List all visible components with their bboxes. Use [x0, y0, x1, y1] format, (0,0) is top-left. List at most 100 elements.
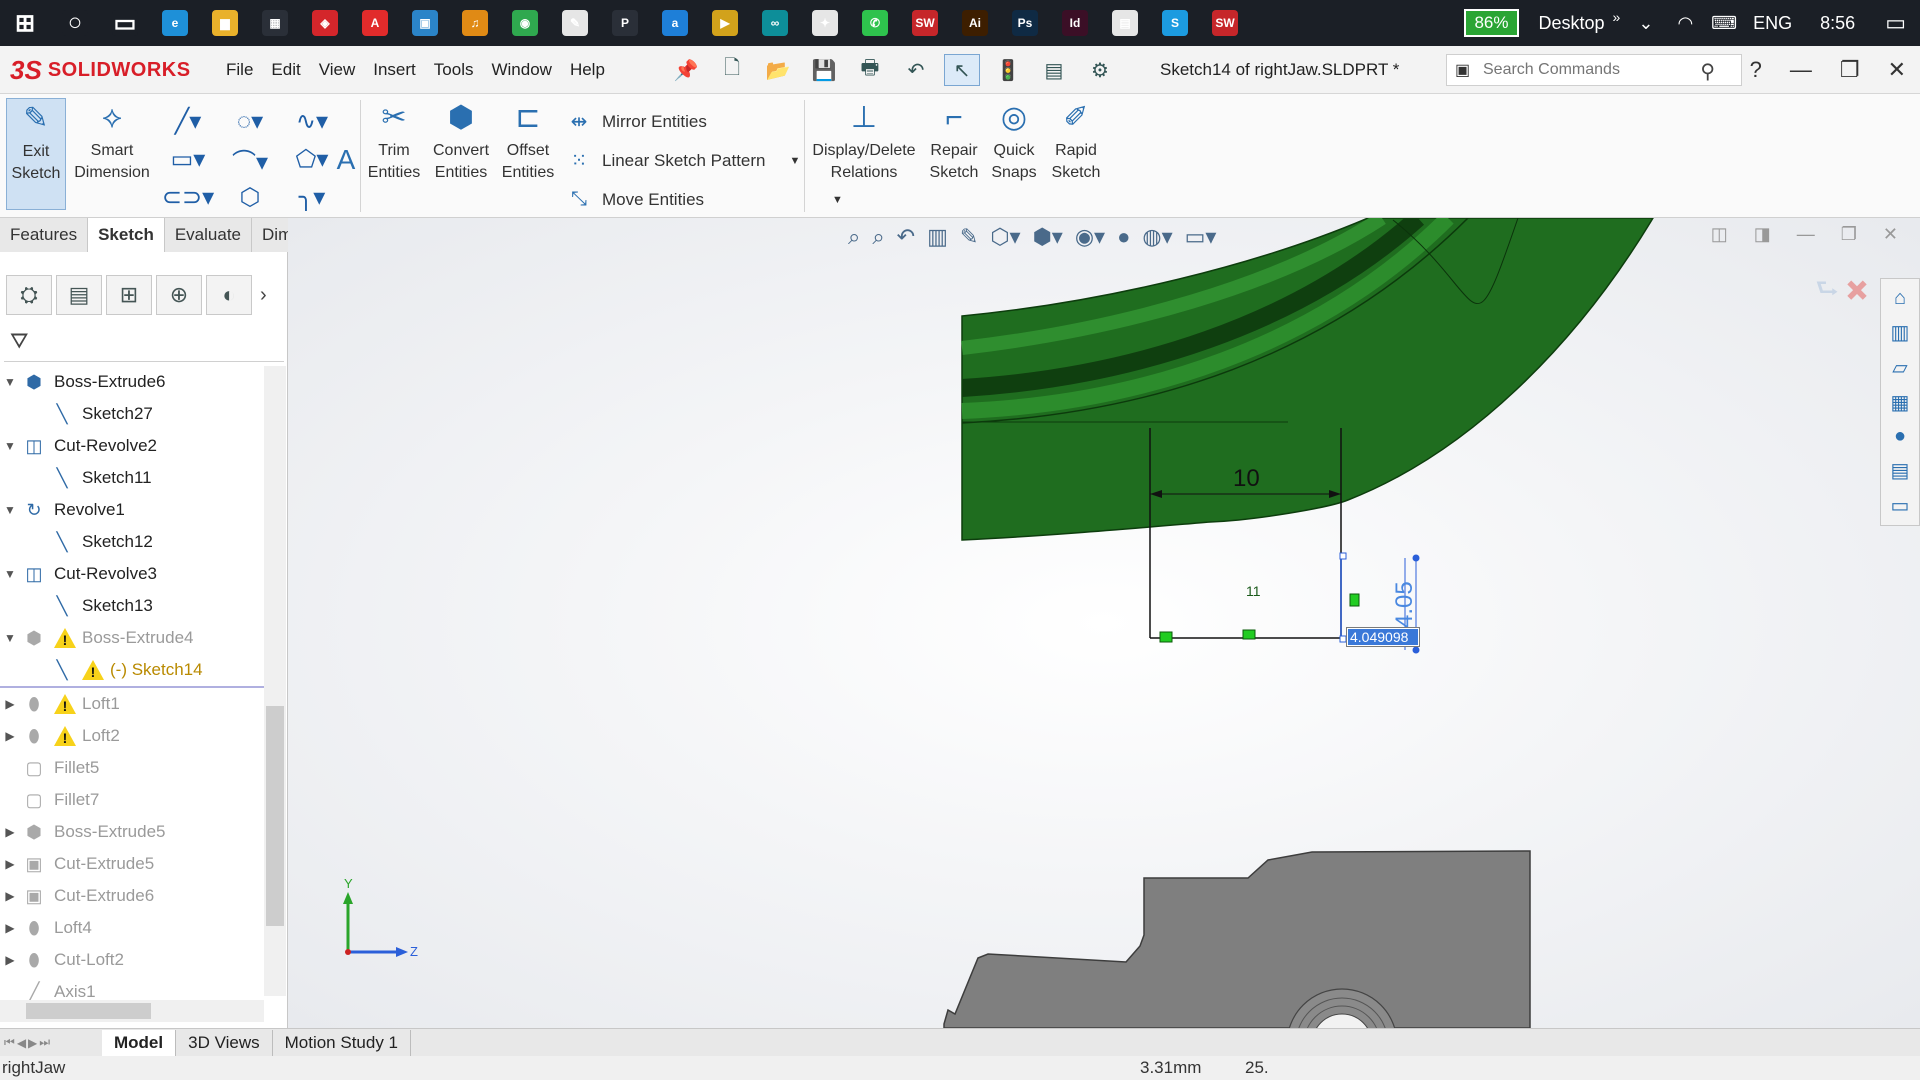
dimension-edit-value[interactable]: 4.049098: [1348, 629, 1418, 645]
solidworks2016-icon[interactable]: SW: [900, 0, 950, 46]
arc-icon[interactable]: ⌒▾: [222, 144, 278, 176]
menu-tools[interactable]: Tools: [434, 60, 474, 80]
app-p-icon[interactable]: P: [600, 0, 650, 46]
edge-icon[interactable]: e: [150, 0, 200, 46]
store-icon[interactable]: ▦: [250, 0, 300, 46]
dimension-text-horizontal[interactable]: 10: [1233, 465, 1260, 492]
sketch-point[interactable]: [1412, 554, 1420, 562]
rebuild-icon[interactable]: 🚦: [990, 54, 1026, 86]
whatsapp-icon[interactable]: ✆: [850, 0, 900, 46]
dimension-edit-box[interactable]: 4.049098: [1346, 627, 1420, 647]
tree-node-boss-extrude4[interactable]: ▼ ⬢! Boss-Extrude4: [0, 622, 264, 654]
open-icon[interactable]: 📂: [760, 54, 796, 86]
illustrator-icon[interactable]: Ai: [950, 0, 1000, 46]
file-properties-icon[interactable]: ▤: [1036, 54, 1072, 86]
media-icon[interactable]: ▶: [700, 0, 750, 46]
sketch-endpoint[interactable]: [1339, 552, 1347, 560]
prev-tab-icon[interactable]: ◀: [17, 1036, 26, 1050]
expand-arrow-icon[interactable]: ▶: [0, 889, 20, 903]
search-commands[interactable]: ▣ ⚲: [1446, 54, 1742, 86]
minimize-icon[interactable]: —: [1790, 57, 1812, 83]
menu-insert[interactable]: Insert: [373, 60, 416, 80]
tab-features[interactable]: Features: [0, 218, 89, 252]
tree-node-boss-extrude5[interactable]: ▶ ⬢ Boss-Extrude5: [0, 816, 264, 848]
red-box-icon[interactable]: ◈: [300, 0, 350, 46]
pin-icon[interactable]: 📌: [668, 54, 704, 86]
chevron-down-icon[interactable]: ▼: [832, 194, 843, 206]
grey-jaw-body[interactable]: [943, 850, 1531, 1028]
chevron-down-icon[interactable]: ⌄: [1638, 13, 1653, 34]
collapse-arrow-icon[interactable]: ▼: [0, 567, 20, 581]
scroll-thumb[interactable]: [266, 706, 284, 926]
start-icon[interactable]: ⊞: [0, 0, 50, 46]
expand-arrow-icon[interactable]: ▶: [0, 921, 20, 935]
options-gear-icon[interactable]: ⚙: [1082, 54, 1118, 86]
tree-vertical-scrollbar[interactable]: [264, 366, 286, 996]
filter-icon[interactable]: ⛛: [10, 328, 28, 353]
tree-node-sketch13[interactable]: ╲ Sketch13: [0, 590, 264, 622]
expand-arrow-icon[interactable]: ▶: [0, 953, 20, 967]
close-icon[interactable]: ✕: [1888, 57, 1906, 83]
tree-node-loft4[interactable]: ▶ ⬮ Loft4: [0, 912, 264, 944]
collapse-arrow-icon[interactable]: ▼: [0, 439, 20, 453]
new-document-icon[interactable]: 🗋: [714, 54, 750, 86]
repair-sketch-button[interactable]: ⌐ Repair Sketch: [924, 98, 984, 184]
tree-node-boss-extrude6[interactable]: ▼ ⬢ Boss-Extrude6: [0, 366, 264, 398]
search-icon[interactable]: ⚲: [1700, 59, 1715, 84]
linear-sketch-pattern-button[interactable]: ⁙ Linear Sketch Pattern ▼: [566, 141, 843, 180]
paint-icon[interactable]: ✦: [800, 0, 850, 46]
save-icon[interactable]: 💾: [806, 54, 842, 86]
solidworks-active-icon[interactable]: SW: [1200, 0, 1250, 46]
slot-icon[interactable]: ⊂⊃▾: [160, 182, 216, 212]
trim-entities-button[interactable]: ✂ Trim Entities: [362, 98, 426, 184]
language-indicator[interactable]: ENG: [1753, 13, 1792, 34]
rectangle-icon[interactable]: ▭▾: [160, 144, 216, 174]
tree-node-sketch12[interactable]: ╲ Sketch12: [0, 526, 264, 558]
restore-icon[interactable]: ❐: [1840, 57, 1860, 83]
tree-node-cut-loft2[interactable]: ▶ ⬮ Cut-Loft2: [0, 944, 264, 976]
spline-icon[interactable]: ∿▾: [284, 106, 340, 136]
photoshop-icon[interactable]: Ps: [1000, 0, 1050, 46]
help-button[interactable]: ?: [1750, 57, 1762, 83]
skype-icon[interactable]: S: [1150, 0, 1200, 46]
mirror-entities-button[interactable]: ⇹ Mirror Entities: [566, 102, 843, 141]
rapid-sketch-button[interactable]: ✐ Rapid Sketch: [1046, 98, 1106, 184]
next-tab-icon[interactable]: ▶: [28, 1036, 37, 1050]
smart-dimension-button[interactable]: ⟡ Smart Dimension: [70, 98, 154, 184]
tree-node-cut-revolve3[interactable]: ▼ ◫ Cut-Revolve3: [0, 558, 264, 590]
task-view-icon[interactable]: ▭: [100, 0, 150, 46]
arduino-icon[interactable]: ∞: [750, 0, 800, 46]
display-delete-relations-button[interactable]: ⊥ Display/Delete Relations: [806, 98, 922, 184]
tree-node-cut-extrude6[interactable]: ▶ ▣ Cut-Extrude6: [0, 880, 264, 912]
wifi-icon[interactable]: ◠: [1677, 13, 1693, 34]
clock[interactable]: 8:56: [1820, 13, 1855, 34]
graphics-area[interactable]: ⌕ ⌕ ↶ ▥ ✎ ⬡▾ ⬢▾ ◉▾ ● ◍▾ ▭▾ ◫ ◨ — ❐ ✕ ⮑ ✖…: [288, 218, 1920, 1028]
relation-fix-icon[interactable]: [1159, 631, 1173, 643]
display-manager-icon[interactable]: ◐: [206, 275, 252, 315]
chrome-icon[interactable]: ◉: [500, 0, 550, 46]
circle-icon[interactable]: ◌▾: [222, 106, 278, 136]
solidworks-logo[interactable]: 3S SOLIDWORKS: [10, 52, 198, 88]
app-a-icon[interactable]: a: [650, 0, 700, 46]
toolbar-chevrons[interactable]: »: [1613, 9, 1621, 25]
expand-arrow-icon[interactable]: ▶: [0, 697, 20, 711]
tree-node-sketch11[interactable]: ╲ Sketch11: [0, 462, 264, 494]
relation-vertical-icon[interactable]: [1349, 593, 1360, 607]
tree-node-revolve1[interactable]: ▼ ↻ Revolve1: [0, 494, 264, 526]
quick-snaps-button[interactable]: ◎ Quick Snaps: [986, 98, 1042, 184]
menu-help[interactable]: Help: [570, 60, 605, 80]
tree-filter[interactable]: ⛛: [4, 328, 284, 362]
scroll-thumb[interactable]: [26, 1003, 151, 1019]
dimension-text-vertical[interactable]: 4.05: [1391, 581, 1418, 628]
expand-arrow-icon[interactable]: ▶: [0, 825, 20, 839]
tab-sketch[interactable]: Sketch: [88, 218, 165, 252]
tree-node-loft2[interactable]: ▶ ⬮! Loft2: [0, 720, 264, 752]
sketch-point[interactable]: [1412, 646, 1420, 654]
collapse-arrow-icon[interactable]: ▼: [0, 631, 20, 645]
tab-evaluate[interactable]: Evaluate: [165, 218, 253, 252]
pdf-icon[interactable]: ▤: [1100, 0, 1150, 46]
bottom-tab-3d-views[interactable]: 3D Views: [176, 1029, 273, 1056]
expand-arrow-icon[interactable]: ▶: [0, 729, 20, 743]
expand-arrow-icon[interactable]: ▶: [0, 857, 20, 871]
tree-node-loft1[interactable]: ▶ ⬮! Loft1: [0, 688, 264, 720]
